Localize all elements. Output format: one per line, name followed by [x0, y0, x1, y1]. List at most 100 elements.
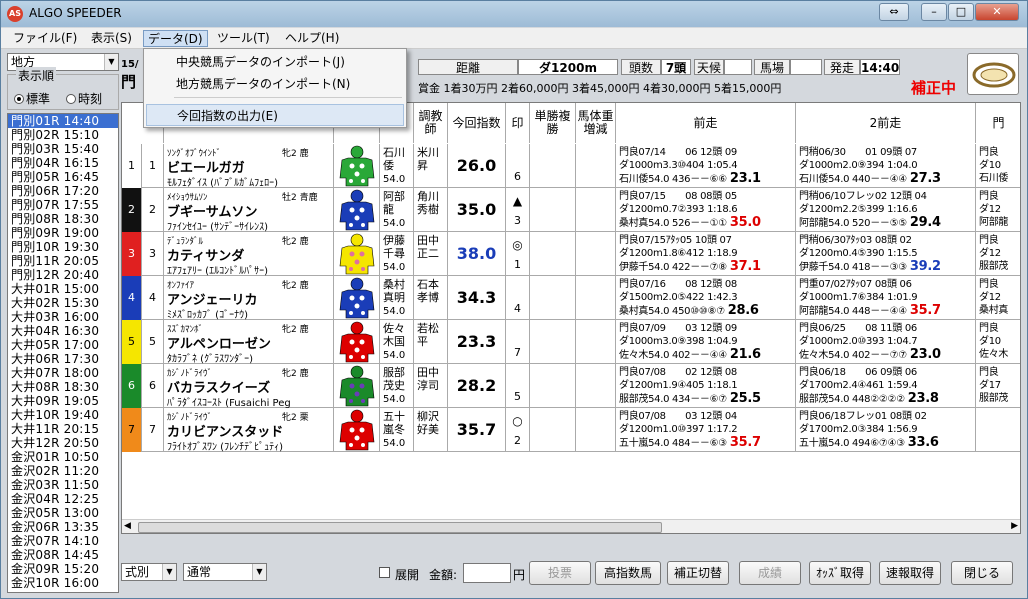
close-window-button[interactable]: ✕: [975, 3, 1019, 21]
prev-race-2[interactable]: 門良06/18フレッ01 08頭 02 ダ1700m2.0③384 1:56.9…: [796, 408, 976, 452]
prev-race-2[interactable]: 門稍06/30 01 09頭 07 ダ1000m2.0⑨394 1:04.0 石…: [796, 144, 976, 188]
race-list-item[interactable]: 大井01R 15:00: [8, 282, 118, 296]
mark-cell[interactable]: ◎ 1: [506, 232, 530, 276]
race-list-item[interactable]: 門別03R 15:40: [8, 142, 118, 156]
horse-cell[interactable]: ｵﾝﾌｧｲｱ 牝2 鹿 アンジェーリカ ﾐﾒｽﾞﾛｯｶﾌﾞ (ｺﾞｰﾅｳ): [164, 276, 334, 320]
scroll-thumb[interactable]: [138, 522, 662, 533]
radio-standard[interactable]: 標準: [14, 90, 50, 107]
race-list-item[interactable]: 金沢08R 14:45: [8, 548, 118, 562]
mark-cell[interactable]: 7: [506, 320, 530, 364]
menu-view[interactable]: 表示(S): [87, 30, 136, 47]
prev-race-2[interactable]: 門重07/02ｱﾀｯ07 08頭 06 ダ1000m1.7⑥384 1:01.9…: [796, 276, 976, 320]
mark-cell[interactable]: ▲ 3: [506, 188, 530, 232]
mark-cell[interactable]: 4: [506, 276, 530, 320]
race-list-item[interactable]: 大井12R 20:50: [8, 436, 118, 450]
expand-checkbox[interactable]: [379, 567, 390, 578]
get-flash-button[interactable]: 速報取得: [879, 561, 941, 585]
prev-race-1[interactable]: 門良07/08 02 12頭 08 ダ1200m1.9④405 1:18.1 服…: [616, 364, 796, 408]
mode-select[interactable]: 通常 ▼: [183, 563, 267, 581]
horse-cell[interactable]: ｿﾝｸﾞｵﾌﾞｳｲﾝﾄﾞ 牝2 鹿 ビエールガガ ﾓﾙﾌｪﾀﾞｲｽ (ﾊﾞﾌﾞﾙ…: [164, 144, 334, 188]
prev-race-2[interactable]: 門良06/25 08 11頭 06 ダ1000m2.0⑩393 1:04.7 佐…: [796, 320, 976, 364]
race-list-item[interactable]: 大井10R 19:40: [8, 408, 118, 422]
race-list-item[interactable]: 金沢07R 14:10: [8, 534, 118, 548]
race-list-item[interactable]: 門別02R 15:10: [8, 128, 118, 142]
horse-cell[interactable]: ﾒｲｼｮｳｻﾑｿﾝ 牡2 青鹿 ブギーサムソン ﾌｧｲﾝｾｲﾕｰ (ｻﾝﾃﾞｰｻ…: [164, 188, 334, 232]
prev-race-1[interactable]: 門良07/09 03 12頭 09 ダ1000m3.0⑨398 1:04.9 佐…: [616, 320, 796, 364]
table-row[interactable]: 66 ｶｼﾞﾉﾄﾞﾗｲｳﾞ 牝2 鹿 バカラスクイーズ ﾊﾟﾗﾀﾞｲｽｺｰｽﾄ …: [122, 364, 1020, 408]
menu-item-import-nar[interactable]: 地方競馬データのインポート(N): [146, 73, 404, 95]
menu-help[interactable]: ヘルプ(H): [281, 30, 343, 47]
maximize-button[interactable]: □: [948, 3, 974, 21]
race-list-item[interactable]: 門別04R 16:15: [8, 156, 118, 170]
scroll-left-icon[interactable]: ◀: [124, 521, 131, 531]
race-list-item[interactable]: 大井09R 19:05: [8, 394, 118, 408]
prev-race-3[interactable]: 門良 ダ10 佐々木: [976, 320, 1020, 364]
correction-toggle-button[interactable]: 補正切替: [667, 561, 729, 585]
menu-tools[interactable]: ツール(T): [213, 30, 274, 47]
scroll-right-icon[interactable]: ▶: [1011, 521, 1018, 531]
race-list-item[interactable]: 門別09R 19:00: [8, 226, 118, 240]
race-list-item[interactable]: 金沢01R 10:50: [8, 450, 118, 464]
race-list-item[interactable]: 金沢06R 13:35: [8, 520, 118, 534]
race-list-item[interactable]: 大井11R 20:15: [8, 422, 118, 436]
race-list-item[interactable]: 門別08R 18:30: [8, 212, 118, 226]
prev-race-1[interactable]: 門良07/16 08 12頭 08 ダ1500m2.0⑤422 1:42.3 桑…: [616, 276, 796, 320]
restore-arrows-icon[interactable]: ⇔: [879, 3, 909, 21]
amount-input[interactable]: [463, 563, 511, 583]
table-row[interactable]: 11 ｿﾝｸﾞｵﾌﾞｳｲﾝﾄﾞ 牝2 鹿 ビエールガガ ﾓﾙﾌｪﾀﾞｲｽ (ﾊﾞ…: [122, 144, 1020, 188]
radio-time[interactable]: 時刻: [66, 90, 102, 107]
prev-race-3[interactable]: 門良 ダ12 阿部龍: [976, 188, 1020, 232]
table-row[interactable]: 22 ﾒｲｼｮｳｻﾑｿﾝ 牡2 青鹿 ブギーサムソン ﾌｧｲﾝｾｲﾕｰ (ｻﾝﾃ…: [122, 188, 1020, 232]
mark-cell[interactable]: ○ 2: [506, 408, 530, 452]
race-list-item[interactable]: 大井06R 17:30: [8, 352, 118, 366]
bet-type-select[interactable]: 式別 ▼: [121, 563, 177, 581]
get-odds-button[interactable]: ｵｯｽﾞ取得: [809, 561, 871, 585]
prev-race-1[interactable]: 門良07/15ｱﾀｯ05 10頭 07 ダ1200m1.8⑥412 1:18.9…: [616, 232, 796, 276]
prev-race-3[interactable]: 門良 ダ12 服部茂: [976, 232, 1020, 276]
race-list-item[interactable]: 大井03R 16:00: [8, 310, 118, 324]
prev-race-3[interactable]: 門良 ダ10 石川倭: [976, 144, 1020, 188]
prev-race-3[interactable]: 門良 ダ17 服部茂: [976, 364, 1020, 408]
race-list-item[interactable]: 大井07R 18:00: [8, 366, 118, 380]
menu-data[interactable]: データ(D): [143, 30, 208, 47]
horse-cell[interactable]: ﾃﾞｭﾗﾝﾀﾞﾙ 牝2 鹿 カティサンダ ｴｱﾌｪｱﾘｰ (ｴﾙｺﾝﾄﾞﾙﾊﾟｻ…: [164, 232, 334, 276]
table-row[interactable]: 33 ﾃﾞｭﾗﾝﾀﾞﾙ 牝2 鹿 カティサンダ ｴｱﾌｪｱﾘｰ (ｴﾙｺﾝﾄﾞﾙ…: [122, 232, 1020, 276]
race-list-item[interactable]: 門別01R 14:40: [8, 114, 118, 128]
horse-cell[interactable]: ｽｽﾞｶﾏﾝﾎﾞ 牝2 鹿 アルペンローゼン ﾀｶﾗﾌﾞﾈ (ｸﾞﾗｽﾜﾝﾀﾞｰ…: [164, 320, 334, 364]
race-list-item[interactable]: 大井02R 15:30: [8, 296, 118, 310]
race-list-item[interactable]: 門別12R 20:40: [8, 268, 118, 282]
close-button[interactable]: 閉じる: [951, 561, 1013, 585]
horizontal-scrollbar[interactable]: ◀ ▶: [122, 519, 1020, 533]
race-list-item[interactable]: 金沢02R 11:20: [8, 464, 118, 478]
table-row[interactable]: 44 ｵﾝﾌｧｲｱ 牝2 鹿 アンジェーリカ ﾐﾒｽﾞﾛｯｶﾌﾞ (ｺﾞｰﾅｳ)…: [122, 276, 1020, 320]
horse-cell[interactable]: ｶｼﾞﾉﾄﾞﾗｲｳﾞ 牝2 栗 カリビアンスタッド ﾌﾗｲﾄｵﾌﾞｽﾜﾝ (ﾌﾚ…: [164, 408, 334, 452]
prev-race-2[interactable]: 門稍06/10フレッ02 12頭 04 ダ1200m2.2⑤399 1:16.6…: [796, 188, 976, 232]
prev-race-1[interactable]: 門良07/08 03 12頭 04 ダ1200m1.0⑩397 1:17.2 五…: [616, 408, 796, 452]
race-list-item[interactable]: 金沢09R 15:20: [8, 562, 118, 576]
prev-race-2[interactable]: 門稍06/30ｱﾀｯ03 08頭 02 ダ1200m0.4⑤390 1:15.5…: [796, 232, 976, 276]
high-index-button[interactable]: 高指数馬: [595, 561, 661, 585]
race-list-item[interactable]: 金沢04R 12:25: [8, 492, 118, 506]
race-list-item[interactable]: 大井05R 17:00: [8, 338, 118, 352]
race-list-item[interactable]: 門別07R 17:55: [8, 198, 118, 212]
horse-cell[interactable]: ｶｼﾞﾉﾄﾞﾗｲｳﾞ 牝2 鹿 バカラスクイーズ ﾊﾟﾗﾀﾞｲｽｺｰｽﾄ (Fu…: [164, 364, 334, 408]
mark-cell[interactable]: 6: [506, 144, 530, 188]
minimize-button[interactable]: –: [921, 3, 947, 21]
race-list-item[interactable]: 金沢03R 11:50: [8, 478, 118, 492]
race-list-item[interactable]: 門別11R 20:05: [8, 254, 118, 268]
mark-cell[interactable]: 5: [506, 364, 530, 408]
table-row[interactable]: 77 ｶｼﾞﾉﾄﾞﾗｲｳﾞ 牝2 栗 カリビアンスタッド ﾌﾗｲﾄｵﾌﾞｽﾜﾝ …: [122, 408, 1020, 452]
race-list-item[interactable]: 金沢10R 16:00: [8, 576, 118, 590]
race-list[interactable]: 門別01R 14:40 門別02R 15:10 門別03R 15:40 門別04R 16:15…: [7, 113, 119, 593]
menu-item-export-index[interactable]: 今回指数の出力(E): [146, 104, 404, 126]
race-list-item[interactable]: 大井08R 18:30: [8, 380, 118, 394]
race-list-item[interactable]: 門別06R 17:20: [8, 184, 118, 198]
prev-race-1[interactable]: 門良07/15 08 08頭 05 ダ1200m0.7②393 1:18.6 桑…: [616, 188, 796, 232]
menu-file[interactable]: ファイル(F): [9, 30, 81, 47]
race-list-item[interactable]: 大井04R 16:30: [8, 324, 118, 338]
prev-race-1[interactable]: 門良07/14 06 12頭 09 ダ1000m3.3⑩404 1:05.4 石…: [616, 144, 796, 188]
prev-race-2[interactable]: 門良06/18 06 09頭 06 ダ1700m2.4④461 1:59.4 服…: [796, 364, 976, 408]
prev-race-3[interactable]: 門良 ダ12 桑村真: [976, 276, 1020, 320]
bet-button[interactable]: 投票: [529, 561, 591, 585]
table-row[interactable]: 55 ｽｽﾞｶﾏﾝﾎﾞ 牝2 鹿 アルペンローゼン ﾀｶﾗﾌﾞﾈ (ｸﾞﾗｽﾜﾝ…: [122, 320, 1020, 364]
